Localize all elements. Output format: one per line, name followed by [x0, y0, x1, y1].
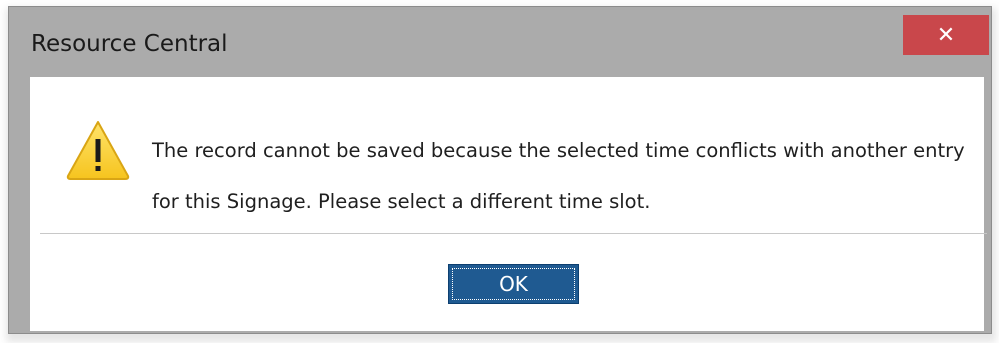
- dialog-window: Resource Central ✕ The record cannot be …: [8, 6, 992, 334]
- title-bar[interactable]: Resource Central ✕: [9, 7, 991, 79]
- close-icon: ✕: [936, 22, 956, 48]
- ok-button[interactable]: OK: [448, 264, 579, 304]
- close-button[interactable]: ✕: [903, 15, 989, 55]
- dialog-message: The record cannot be saved because the s…: [152, 139, 965, 213]
- divider: [40, 233, 987, 234]
- window-title: Resource Central: [31, 31, 228, 57]
- dialog-content: The record cannot be saved because the s…: [30, 77, 987, 331]
- screen: Resource Central ✕ The record cannot be …: [0, 0, 999, 343]
- warning-icon: [66, 121, 130, 180]
